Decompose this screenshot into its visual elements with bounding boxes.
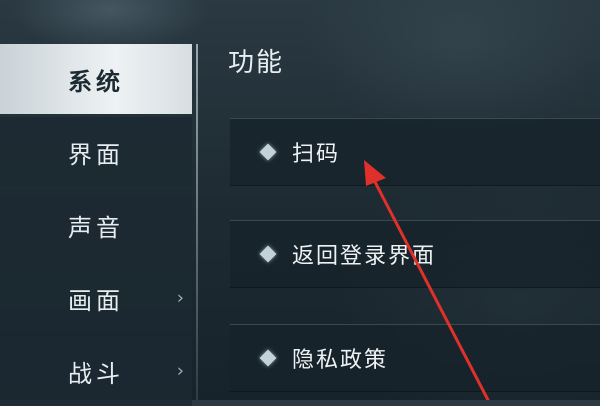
chevron-right-icon: › xyxy=(176,287,184,309)
option-scan-code[interactable]: 扫码 xyxy=(230,118,600,186)
sidebar-item-sound[interactable]: 声音 xyxy=(0,190,192,260)
section-title: 功能 xyxy=(228,48,285,78)
option-return-to-login[interactable]: 返回登录界面 xyxy=(230,220,600,288)
option-label: 返回登录界面 xyxy=(292,244,437,269)
diamond-bullet-icon xyxy=(259,349,277,367)
sidebar-item-graphics[interactable]: 画面 › xyxy=(0,263,192,333)
option-label: 隐私政策 xyxy=(292,348,389,373)
sidebar-item-label: 界面 xyxy=(68,140,124,169)
sidebar-item-label: 系统 xyxy=(68,67,124,96)
sidebar-item-label: 画面 xyxy=(68,286,124,315)
chevron-right-icon: › xyxy=(176,360,184,382)
sidebar-item-system[interactable]: 系统 xyxy=(0,44,192,114)
sidebar-item-label: 战斗 xyxy=(68,359,124,388)
sidebar-item-label: 声音 xyxy=(68,213,124,242)
diamond-bullet-icon xyxy=(259,245,277,263)
sidebar-divider xyxy=(196,44,198,400)
sidebar-item-interface[interactable]: 界面 xyxy=(0,117,192,187)
diamond-bullet-icon xyxy=(259,143,277,161)
sidebar-item-combat[interactable]: 战斗 › xyxy=(0,336,192,406)
settings-sidebar: 系统 界面 声音 画面 › 战斗 › xyxy=(0,44,198,406)
option-privacy-policy[interactable]: 隐私政策 xyxy=(230,324,600,392)
option-label: 扫码 xyxy=(292,142,341,167)
